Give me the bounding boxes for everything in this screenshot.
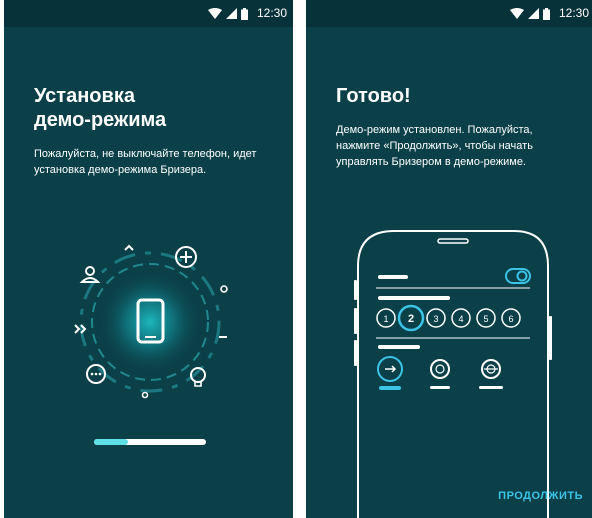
mockup-label-bar <box>378 296 450 300</box>
install-progress-bar <box>94 439 206 445</box>
speed-option: 5 <box>476 308 496 328</box>
speed-option-label: 4 <box>458 314 463 324</box>
speed-option-label: 5 <box>483 314 488 324</box>
mockup-label-bar <box>378 275 408 279</box>
mode-underline <box>430 386 450 389</box>
title-line-1: Установка <box>34 85 135 107</box>
speed-option: 3 <box>426 308 446 328</box>
mode-underline <box>479 386 503 389</box>
arrow-mode-icon <box>377 356 403 382</box>
description-line-2: установка демо-режима Бризера. <box>34 164 207 176</box>
chevron-up-icon <box>124 244 134 251</box>
chat-icon <box>86 364 106 384</box>
dot-icon <box>220 285 228 293</box>
speed-option-label: 6 <box>508 314 513 324</box>
description-line-2: нажмите «Продолжить», чтобы начать <box>336 140 533 152</box>
speed-option-label: 2 <box>408 313 414 325</box>
phone-side-button <box>354 340 357 366</box>
mode-underline-active <box>379 386 401 390</box>
user-icon <box>79 266 101 283</box>
install-description: Пожалуйста, не выключайте телефон, идет … <box>34 146 256 178</box>
toggle-switch-icon <box>505 268 531 284</box>
done-screen: 12:30 Готово! Демо-режим установлен. Пож… <box>306 0 592 518</box>
done-description: Демо-режим установлен. Пожалуйста, нажми… <box>336 122 533 170</box>
mockup-label-bar <box>378 345 420 349</box>
recirculation-icon <box>430 359 450 379</box>
phone-side-button <box>354 280 357 300</box>
speed-option-label: 3 <box>433 314 438 324</box>
status-bar: 12:30 <box>306 0 592 27</box>
small-dot-icon <box>141 391 149 399</box>
continue-button[interactable]: ПРОДОЛЖИТЬ <box>498 490 583 502</box>
wifi-icon <box>207 8 222 19</box>
signal-icon <box>527 8 539 19</box>
status-time: 12:30 <box>256 6 287 20</box>
description-line-1: Пожалуйста, не выключайте телефон, идет <box>34 148 257 160</box>
page-title: Готово! <box>336 85 411 107</box>
install-progress-fill <box>94 439 128 445</box>
battery-icon <box>542 7 550 20</box>
speed-option: 4 <box>451 308 471 328</box>
speed-option: 1 <box>376 308 396 328</box>
speed-option-selected: 2 <box>397 304 425 332</box>
phone-side-button <box>354 308 357 334</box>
mixed-mode-icon <box>481 359 501 379</box>
wifi-icon <box>509 8 524 19</box>
phone-speaker <box>437 238 469 244</box>
speed-option-label: 1 <box>383 314 388 324</box>
battery-icon <box>240 7 248 20</box>
status-time: 12:30 <box>558 6 589 20</box>
status-bar: 12:30 <box>4 0 293 27</box>
page-title: Установка демо-режима <box>34 84 166 132</box>
install-screen: 12:30 Установка демо-режима Пожалуйста, … <box>4 0 293 518</box>
speed-option: 6 <box>501 308 521 328</box>
phone-outline <box>357 230 549 518</box>
glow-circle <box>98 270 202 374</box>
phone-mockup-illustration: 1 2 3 4 5 6 <box>354 230 552 518</box>
signal-icon <box>225 8 237 19</box>
description-line-1: Демо-режим установлен. Пожалуйста, <box>336 124 533 136</box>
phone-setup-illustration <box>74 244 228 399</box>
phone-side-button <box>549 316 552 360</box>
plus-circle-icon <box>175 246 197 268</box>
description-line-3: управлять Бризером в демо-режиме. <box>336 156 526 168</box>
title-line-2: демо-режима <box>34 109 167 131</box>
speed-selector: 1 2 3 4 5 6 <box>376 304 521 332</box>
